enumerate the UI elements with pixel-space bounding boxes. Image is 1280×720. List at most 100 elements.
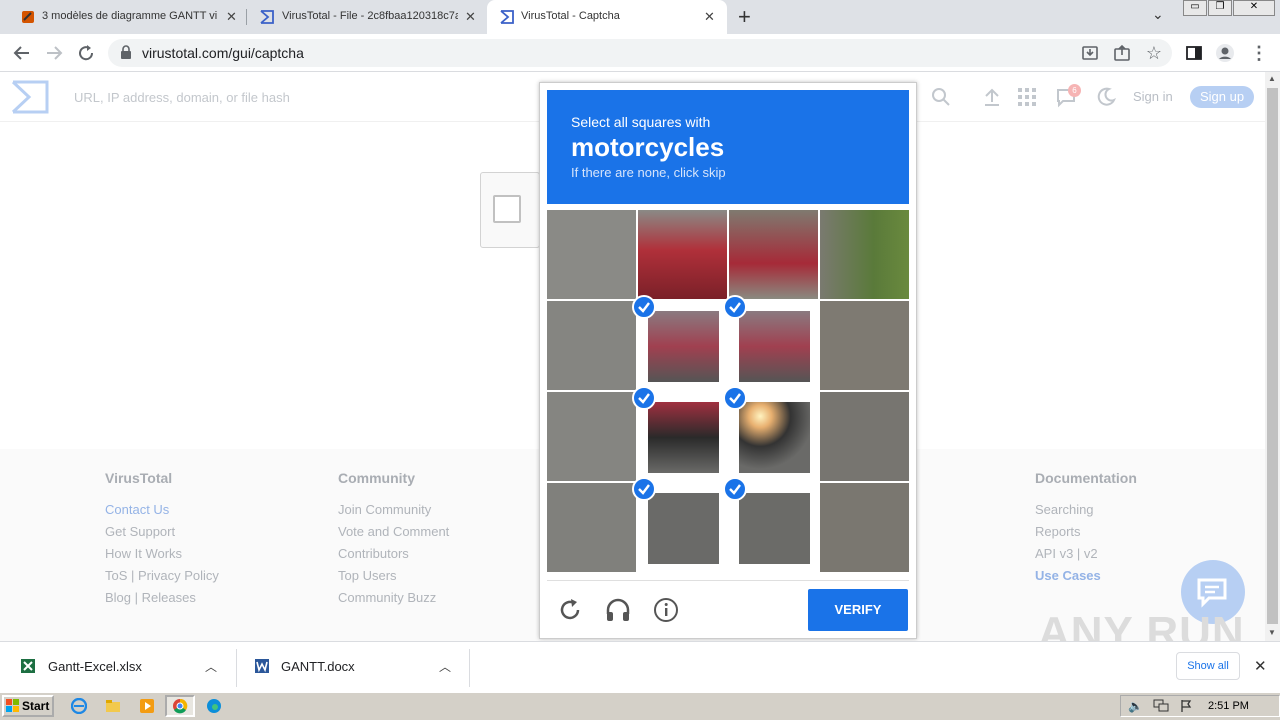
captcha-tile-image: [547, 483, 636, 572]
selected-checkmark-icon: [723, 477, 747, 501]
edge-icon[interactable]: [206, 698, 222, 719]
action-center-flag-icon[interactable]: [1180, 699, 1192, 718]
chevron-up-icon[interactable]: ︿: [439, 658, 451, 675]
vt-search-input[interactable]: URL, IP address, domain, or file hash: [74, 90, 290, 105]
captcha-tile-image: [729, 210, 818, 299]
captcha-tile[interactable]: [820, 483, 909, 572]
footer-link[interactable]: Use Cases: [1035, 568, 1101, 583]
info-icon[interactable]: [652, 596, 680, 624]
selected-checkmark-icon: [632, 386, 656, 410]
captcha-tile[interactable]: [820, 301, 909, 390]
tab-virustotal-file[interactable]: VirusTotal - File - 2c8fbaa120318c7a ✕: [245, 0, 487, 34]
footer-link[interactable]: API v3 | v2: [1035, 546, 1098, 561]
footer-link[interactable]: Searching: [1035, 502, 1094, 517]
upload-icon[interactable]: [981, 86, 1003, 108]
footer-link[interactable]: Top Users: [338, 568, 397, 583]
captcha-tile[interactable]: [820, 392, 909, 481]
captcha-tile-image: [820, 210, 909, 299]
captcha-tile[interactable]: [638, 210, 727, 299]
start-button[interactable]: Start: [2, 695, 54, 717]
close-downloads-bar-icon[interactable]: ✕: [1254, 657, 1267, 675]
browser-menu-icon[interactable]: ⋮: [1248, 42, 1270, 64]
close-tab-icon[interactable]: ✕: [465, 9, 476, 25]
captcha-tile-image: [648, 493, 719, 564]
captcha-footer-divider: [547, 580, 909, 581]
captcha-tile-image: [648, 311, 719, 382]
chrome-icon[interactable]: [165, 695, 195, 717]
install-app-icon[interactable]: [1079, 42, 1101, 64]
close-tab-icon[interactable]: ✕: [226, 9, 237, 25]
start-label: Start: [22, 699, 50, 713]
side-panel-icon[interactable]: [1183, 42, 1205, 64]
captcha-tile-image: [547, 301, 636, 390]
tab-gantt[interactable]: 3 modèles de diagramme GANTT vier ✕: [0, 0, 245, 34]
download-separator: [469, 649, 470, 687]
reload-challenge-icon[interactable]: [556, 596, 584, 624]
captcha-tile[interactable]: [547, 392, 636, 481]
tab-search-chevron-icon[interactable]: ⌄: [1152, 6, 1164, 23]
captcha-tile-image: [547, 392, 636, 481]
signin-link[interactable]: Sign in: [1133, 89, 1173, 104]
bookmark-star-icon[interactable]: ☆: [1143, 42, 1165, 64]
recaptcha-checkbox[interactable]: [493, 195, 521, 223]
chevron-up-icon[interactable]: ︿: [205, 658, 217, 675]
footer-heading: Documentation: [1035, 470, 1137, 486]
search-icon[interactable]: [930, 86, 952, 108]
footer-link[interactable]: How It Works: [105, 546, 182, 561]
tab-virustotal-captcha[interactable]: VirusTotal - Captcha ✕: [487, 0, 727, 34]
download-item-name[interactable]: Gantt-Excel.xlsx: [48, 659, 142, 674]
new-tab-button[interactable]: +: [738, 4, 751, 30]
minimize-window-icon[interactable]: ▭: [1183, 0, 1207, 16]
captcha-tile-image: [820, 392, 909, 481]
forward-arrow-icon[interactable]: [43, 42, 65, 64]
footer-link[interactable]: Contact Us: [105, 502, 169, 517]
taskbar-clock: 2:51 PM: [1208, 700, 1249, 712]
footer-link[interactable]: Contributors: [338, 546, 409, 561]
footer-link[interactable]: Vote and Comment: [338, 524, 449, 539]
footer-link[interactable]: Blog | Releases: [105, 590, 196, 605]
captcha-tile-image: [820, 301, 909, 390]
close-window-icon[interactable]: ✕: [1233, 0, 1275, 16]
captcha-tile[interactable]: [820, 210, 909, 299]
footer-link[interactable]: Join Community: [338, 502, 431, 517]
tab-title: VirusTotal - Captcha: [521, 10, 620, 22]
captcha-tile-image: [739, 493, 810, 564]
media-player-icon[interactable]: [139, 698, 155, 719]
verify-button[interactable]: VERIFY: [808, 589, 908, 631]
download-separator: [236, 649, 237, 687]
captcha-tile[interactable]: [547, 301, 636, 390]
captcha-tile-image: [739, 402, 810, 473]
lock-icon: [120, 45, 132, 64]
notifications-count-badge: 6: [1068, 84, 1081, 97]
back-arrow-icon[interactable]: [11, 42, 33, 64]
audio-challenge-headphones-icon[interactable]: [604, 596, 632, 624]
captcha-target-object: motorcycles: [571, 132, 725, 162]
captcha-tile[interactable]: [729, 210, 818, 299]
reload-icon[interactable]: [75, 42, 97, 64]
footer-link[interactable]: Community Buzz: [338, 590, 436, 605]
close-tab-icon[interactable]: ✕: [704, 9, 715, 25]
footer-link[interactable]: Get Support: [105, 524, 175, 539]
apps-grid-icon[interactable]: [1016, 86, 1038, 108]
footer-link[interactable]: ToS | Privacy Policy: [105, 568, 219, 583]
scroll-down-arrow-icon[interactable]: ▼: [1268, 628, 1276, 637]
download-item-name[interactable]: GANTT.docx: [281, 659, 355, 674]
captcha-tile-image: [739, 311, 810, 382]
footer-link[interactable]: Reports: [1035, 524, 1081, 539]
file-explorer-icon[interactable]: [105, 698, 121, 719]
restore-window-icon[interactable]: ❐: [1208, 0, 1232, 16]
network-icon[interactable]: [1153, 699, 1169, 718]
scroll-up-arrow-icon[interactable]: ▲: [1268, 74, 1276, 83]
captcha-tile[interactable]: [547, 210, 636, 299]
share-icon[interactable]: [1111, 42, 1133, 64]
profile-avatar-icon[interactable]: [1214, 42, 1236, 64]
captcha-tile[interactable]: [547, 483, 636, 572]
volume-icon[interactable]: 🔈: [1128, 699, 1143, 713]
captcha-select-text: Select all squares with: [571, 114, 711, 130]
show-all-downloads-button[interactable]: Show all: [1176, 652, 1240, 680]
signup-button[interactable]: Sign up: [1190, 86, 1254, 108]
virustotal-logo-icon[interactable]: [11, 80, 49, 119]
dark-mode-moon-icon[interactable]: [1095, 86, 1117, 108]
scrollbar-thumb[interactable]: [1267, 88, 1278, 624]
internet-explorer-icon[interactable]: [70, 697, 88, 719]
